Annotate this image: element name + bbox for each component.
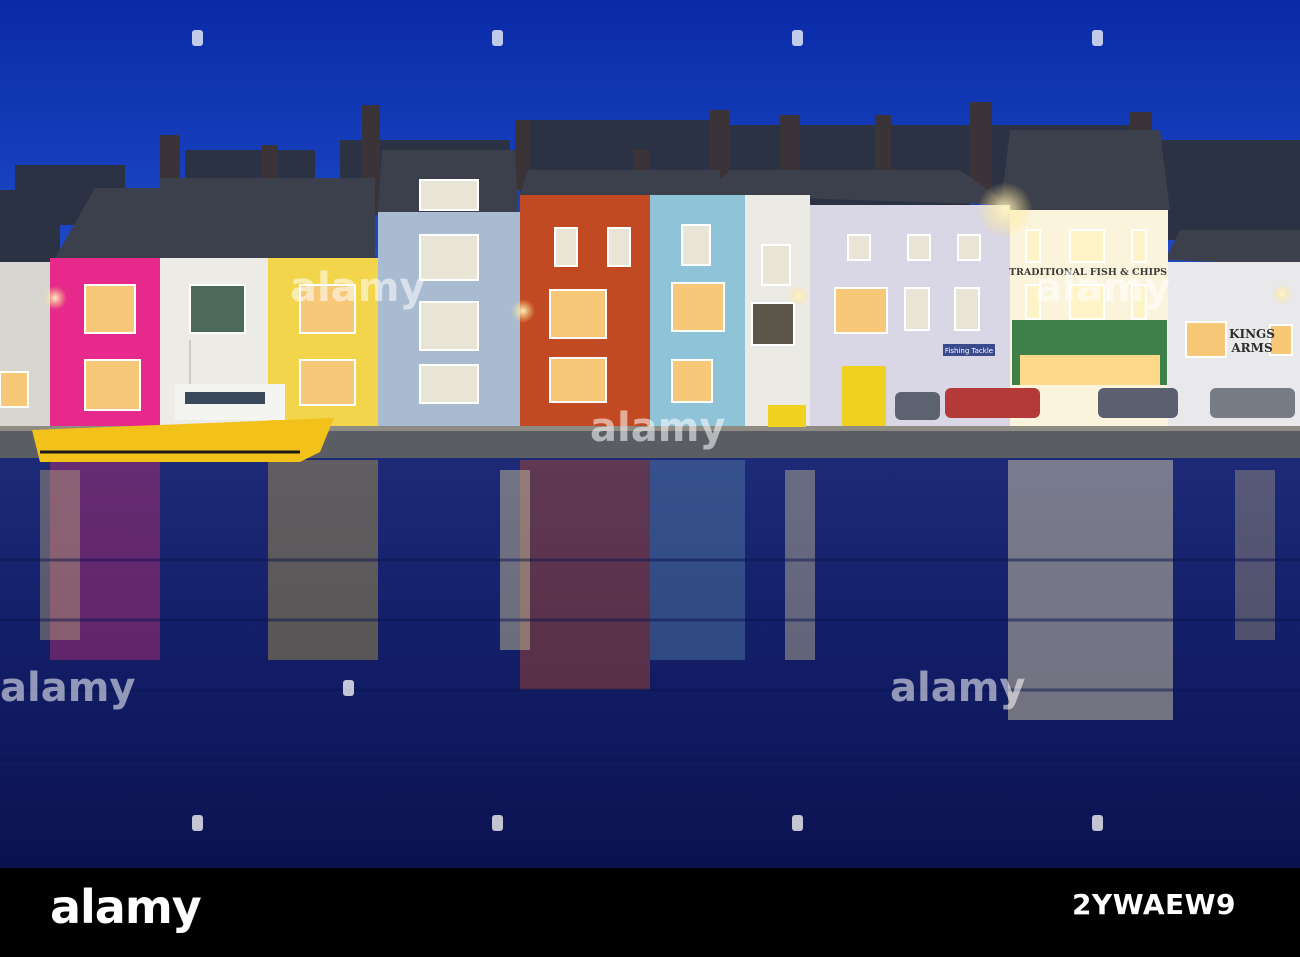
- brand-logo: alamy: [50, 880, 202, 934]
- image-id: 2YWAEW9: [1071, 888, 1236, 921]
- watermark-dot: [1092, 815, 1103, 831]
- yellow-kiosk: [842, 366, 886, 426]
- watermark-dot: [1092, 30, 1103, 46]
- sign-kings-arms-bottom: ARMS: [1230, 341, 1272, 355]
- watermark-dot: [492, 30, 503, 46]
- sign-fish-chips: TRADITIONAL FISH & CHIPS: [1009, 267, 1167, 278]
- watermark-dot: [192, 815, 203, 831]
- watermark-dot: [792, 30, 803, 46]
- sign-kings-arms-top: KINGS: [1229, 327, 1275, 341]
- sign-shop: Fishing Tackle: [945, 347, 993, 355]
- harbour-photo: TRADITIONAL FISH & CHIPS KINGS ARMS Fish…: [0, 0, 1300, 868]
- stock-photo-frame: TRADITIONAL FISH & CHIPS KINGS ARMS Fish…: [0, 0, 1300, 957]
- watermark-dot: [492, 815, 503, 831]
- watermark-dot: [792, 815, 803, 831]
- watermark-dot: [192, 30, 203, 46]
- watermark-dot: [343, 680, 354, 696]
